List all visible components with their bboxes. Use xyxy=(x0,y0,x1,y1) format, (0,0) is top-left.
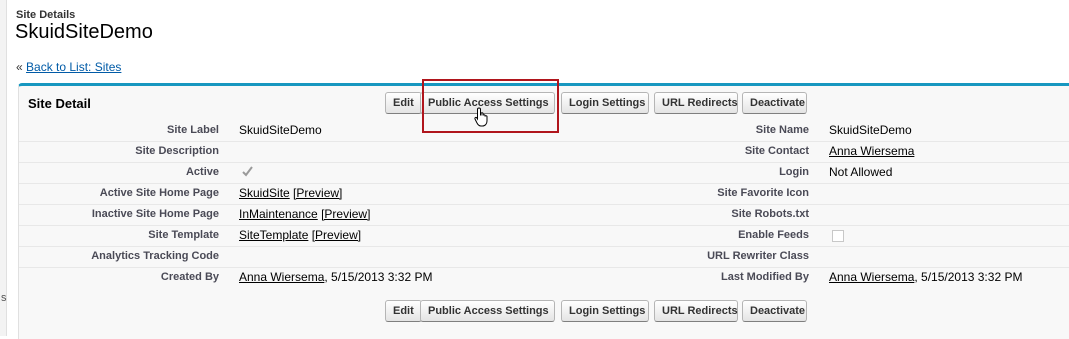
site-contact-label: Site Contact xyxy=(744,145,809,157)
detail-row: Active Site Home Page SkuidSite [Preview… xyxy=(19,183,1069,205)
back-prefix: « xyxy=(16,60,23,74)
last-modified-label: Last Modified By xyxy=(720,271,809,283)
left-rail: s xyxy=(0,0,7,336)
enable-feeds-checkbox xyxy=(832,230,844,242)
login-settings-button[interactable]: Login Settings xyxy=(561,92,649,114)
site-name-label: Site Name xyxy=(755,124,809,136)
site-template-preview-link[interactable]: [Preview] xyxy=(312,228,361,242)
created-by-label: Created By xyxy=(160,271,219,283)
edit-button-bottom[interactable]: Edit xyxy=(385,300,422,322)
page-title: SkuidSiteDemo xyxy=(15,21,153,43)
back-to-list-link[interactable]: Back to List: Sites xyxy=(26,60,121,74)
deactivate-button-bottom[interactable]: Deactivate xyxy=(742,300,807,322)
inactive-home-page-value: InMaintenance [Preview] xyxy=(239,207,370,221)
site-template-value: SiteTemplate [Preview] xyxy=(239,228,361,242)
created-date: , 5/15/2013 3:32 PM xyxy=(324,270,433,284)
url-rewriter-label: URL Rewriter Class xyxy=(707,250,809,262)
edit-button[interactable]: Edit xyxy=(385,92,422,114)
enable-feeds-label: Enable Feeds xyxy=(738,229,809,241)
detail-row: Site Description Site Contact Anna Wiers… xyxy=(19,141,1069,163)
public-access-settings-button-bottom[interactable]: Public Access Settings xyxy=(420,300,555,322)
site-robots-label: Site Robots.txt xyxy=(731,208,809,220)
url-redirects-button[interactable]: URL Redirects xyxy=(654,92,738,114)
panel-title: Site Detail xyxy=(28,96,91,111)
site-description-label: Site Description xyxy=(135,145,219,157)
page-type-label: Site Details xyxy=(16,9,76,21)
detail-row: Inactive Site Home Page InMaintenance [P… xyxy=(19,204,1069,226)
active-home-preview-link[interactable]: [Preview] xyxy=(293,186,342,200)
modified-date: , 5/15/2013 3:32 PM xyxy=(914,270,1023,284)
site-detail-panel: Site Detail Edit Public Access Settings … xyxy=(18,79,1069,339)
site-contact-link[interactable]: Anna Wiersema xyxy=(829,144,914,158)
login-settings-button-bottom[interactable]: Login Settings xyxy=(561,300,649,322)
created-by-link[interactable]: Anna Wiersema xyxy=(239,270,324,284)
breadcrumb: « Back to List: Sites xyxy=(16,60,121,74)
rail-handle[interactable]: s xyxy=(1,292,7,304)
detail-row: Created By Anna Wiersema, 5/15/2013 3:32… xyxy=(19,267,1069,288)
site-template-label: Site Template xyxy=(148,229,219,241)
site-favorite-icon-label: Site Favorite Icon xyxy=(717,187,809,199)
inactive-home-page-label: Inactive Site Home Page xyxy=(91,208,219,220)
last-modified-value: Anna Wiersema, 5/15/2013 3:32 PM xyxy=(829,270,1022,284)
active-home-page-link[interactable]: SkuidSite xyxy=(239,186,290,200)
detail-row: Active Login Not Allowed xyxy=(19,162,1069,184)
created-by-value: Anna Wiersema, 5/15/2013 3:32 PM xyxy=(239,270,432,284)
detail-row: Analytics Tracking Code URL Rewriter Cla… xyxy=(19,246,1069,268)
login-value: Not Allowed xyxy=(829,165,893,179)
active-label: Active xyxy=(185,166,219,178)
site-label-value: SkuidSiteDemo xyxy=(239,123,322,137)
checkmark-icon xyxy=(242,166,253,177)
deactivate-button[interactable]: Deactivate xyxy=(742,92,807,114)
site-name-value: SkuidSiteDemo xyxy=(829,123,912,137)
inactive-home-page-link[interactable]: InMaintenance xyxy=(239,207,318,221)
active-home-page-label: Active Site Home Page xyxy=(99,187,219,199)
analytics-code-label: Analytics Tracking Code xyxy=(91,250,219,262)
site-label-label: Site Label xyxy=(167,124,219,136)
inactive-home-preview-link[interactable]: [Preview] xyxy=(321,207,370,221)
last-modified-link[interactable]: Anna Wiersema xyxy=(829,270,914,284)
site-template-link[interactable]: SiteTemplate xyxy=(239,228,308,242)
login-label: Login xyxy=(779,166,809,178)
detail-row: Site Label SkuidSiteDemo Site Name Skuid… xyxy=(19,120,1069,142)
url-redirects-button-bottom[interactable]: URL Redirects xyxy=(654,300,738,322)
active-home-page-value: SkuidSite [Preview] xyxy=(239,186,342,200)
site-contact-value: Anna Wiersema xyxy=(829,144,914,158)
detail-row: Site Template SiteTemplate [Preview] Ena… xyxy=(19,225,1069,247)
